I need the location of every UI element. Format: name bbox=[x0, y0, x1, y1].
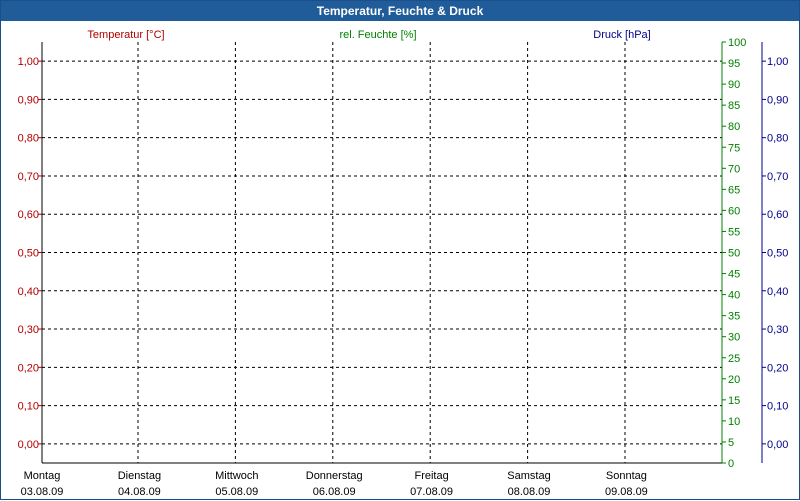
x-tick-label-date: 07.08.09 bbox=[410, 486, 453, 498]
pressure-tick-label: 0,50 bbox=[767, 248, 788, 260]
humidity-tick-label: 40 bbox=[728, 290, 740, 302]
x-tick-label-date: 06.08.09 bbox=[313, 486, 356, 498]
humidity-tick-label: 55 bbox=[728, 226, 740, 238]
x-tick-label-day: Samstag bbox=[507, 470, 550, 482]
humidity-tick-label: 15 bbox=[728, 395, 740, 407]
x-tick-label-date: 03.08.09 bbox=[21, 486, 64, 498]
humidity-tick-label: 25 bbox=[728, 353, 740, 365]
pressure-tick-label: 0,10 bbox=[767, 401, 788, 413]
temperature-tick-label: 0,50 bbox=[18, 248, 39, 260]
humidity-tick-label: 30 bbox=[728, 332, 740, 344]
temperature-tick-label: 0,30 bbox=[18, 324, 39, 336]
temperature-tick-label: 0,00 bbox=[18, 439, 39, 451]
pressure-tick-label: 0,80 bbox=[767, 133, 788, 145]
pressure-tick-label: 0,00 bbox=[767, 439, 788, 451]
humidity-tick-label: 90 bbox=[728, 79, 740, 91]
humidity-tick-label: 75 bbox=[728, 142, 740, 154]
x-tick-label-date: 08.08.09 bbox=[508, 486, 551, 498]
x-tick-label-day: Mittwoch bbox=[215, 470, 258, 482]
x-tick-label-day: Freitag bbox=[414, 470, 448, 482]
pressure-tick-label: 0,40 bbox=[767, 286, 788, 298]
x-tick-label-date: 05.08.09 bbox=[215, 486, 258, 498]
pressure-tick-label: 0,60 bbox=[767, 209, 788, 221]
x-tick-label-date: 09.08.09 bbox=[605, 486, 648, 498]
pressure-tick-label: 0,30 bbox=[767, 324, 788, 336]
pressure-axis-label: Druck [hPa] bbox=[593, 29, 650, 41]
temperature-tick-label: 0,10 bbox=[18, 401, 39, 413]
temperature-tick-label: 0,90 bbox=[18, 94, 39, 106]
humidity-tick-label: 0 bbox=[728, 458, 734, 470]
humidity-tick-label: 45 bbox=[728, 269, 740, 281]
humidity-tick-label: 5 bbox=[728, 437, 734, 449]
x-tick-label-date: 04.08.09 bbox=[118, 486, 161, 498]
humidity-tick-label: 70 bbox=[728, 163, 740, 175]
humidity-tick-label: 50 bbox=[728, 248, 740, 260]
temperature-tick-label: 0,20 bbox=[18, 362, 39, 374]
pressure-tick-label: 0,90 bbox=[767, 94, 788, 106]
humidity-tick-label: 85 bbox=[728, 100, 740, 112]
x-tick-label-day: Donnerstag bbox=[306, 470, 363, 482]
humidity-tick-label: 20 bbox=[728, 374, 740, 386]
pressure-tick-label: 0,20 bbox=[767, 362, 788, 374]
humidity-tick-label: 80 bbox=[728, 121, 740, 133]
chart-canvas: 0,00 0,10 0,20 0,30 0,40 0,50 0,60 0,70 0,80 0,90… bbox=[18, 29, 789, 498]
humidity-tick-label: 95 bbox=[728, 58, 740, 70]
temperature-tick-label: 0,80 bbox=[18, 133, 39, 145]
pressure-tick-label: 0,70 bbox=[767, 171, 788, 183]
x-tick-label-day: Montag bbox=[24, 470, 61, 482]
humidity-tick-label: 60 bbox=[728, 205, 740, 217]
humidity-tick-label: 100 bbox=[728, 37, 746, 49]
temperature-tick-label: 0,60 bbox=[18, 209, 39, 221]
humidity-axis-label: rel. Feuchte [%] bbox=[339, 29, 416, 41]
temperature-tick-label: 0,40 bbox=[18, 286, 39, 298]
x-tick-label-day: Sonntag bbox=[606, 470, 647, 482]
temperature-axis-label: Temperatur [°C] bbox=[87, 29, 164, 41]
temperature-tick-label: 0,70 bbox=[18, 171, 39, 183]
chart-window: Temperatur, Feuchte & Druck 0,00 0,10 0,20… bbox=[0, 0, 800, 500]
humidity-tick-label: 10 bbox=[728, 416, 740, 428]
humidity-tick-label: 35 bbox=[728, 311, 740, 323]
x-tick-label-day: Dienstag bbox=[118, 470, 161, 482]
humidity-tick-label: 65 bbox=[728, 184, 740, 196]
temperature-tick-label: 1,00 bbox=[18, 56, 39, 68]
pressure-tick-label: 1,00 bbox=[767, 56, 788, 68]
